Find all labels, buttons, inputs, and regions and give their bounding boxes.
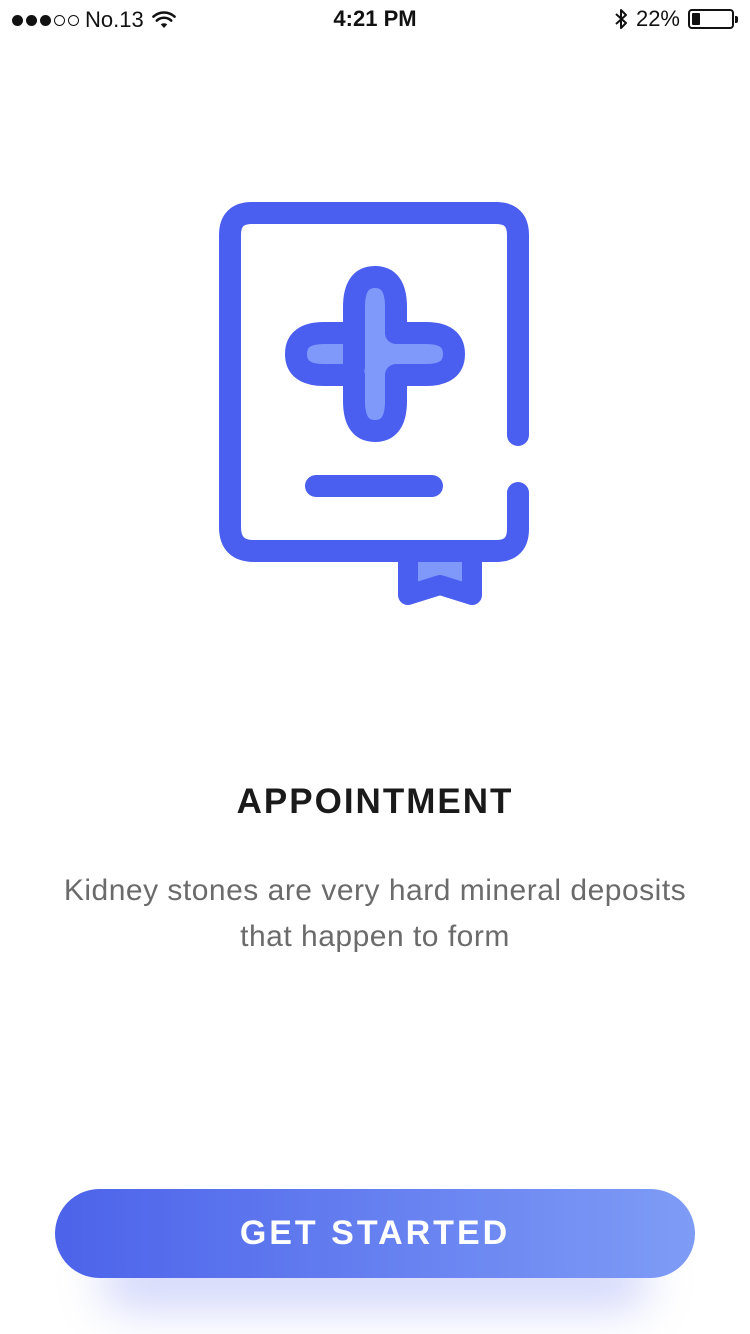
battery-icon — [688, 9, 738, 29]
get-started-button[interactable]: GET STARTED — [55, 1189, 695, 1278]
bluetooth-icon — [615, 9, 627, 29]
status-bar: No.13 4:21 PM 22% — [0, 0, 750, 40]
battery-level — [692, 13, 700, 25]
medical-cross-icon — [285, 266, 465, 442]
page-description: Kidney stones are very hard mineral depo… — [63, 874, 687, 953]
page-title: APPOINTMENT — [236, 782, 514, 821]
medical-book-icon — [219, 202, 529, 605]
status-right: 22% — [614, 6, 738, 32]
onboarding-screen: No.13 4:21 PM 22% APPOINTMENT Kidney sto… — [0, 0, 750, 1334]
battery-percent: 22% — [635, 6, 680, 31]
